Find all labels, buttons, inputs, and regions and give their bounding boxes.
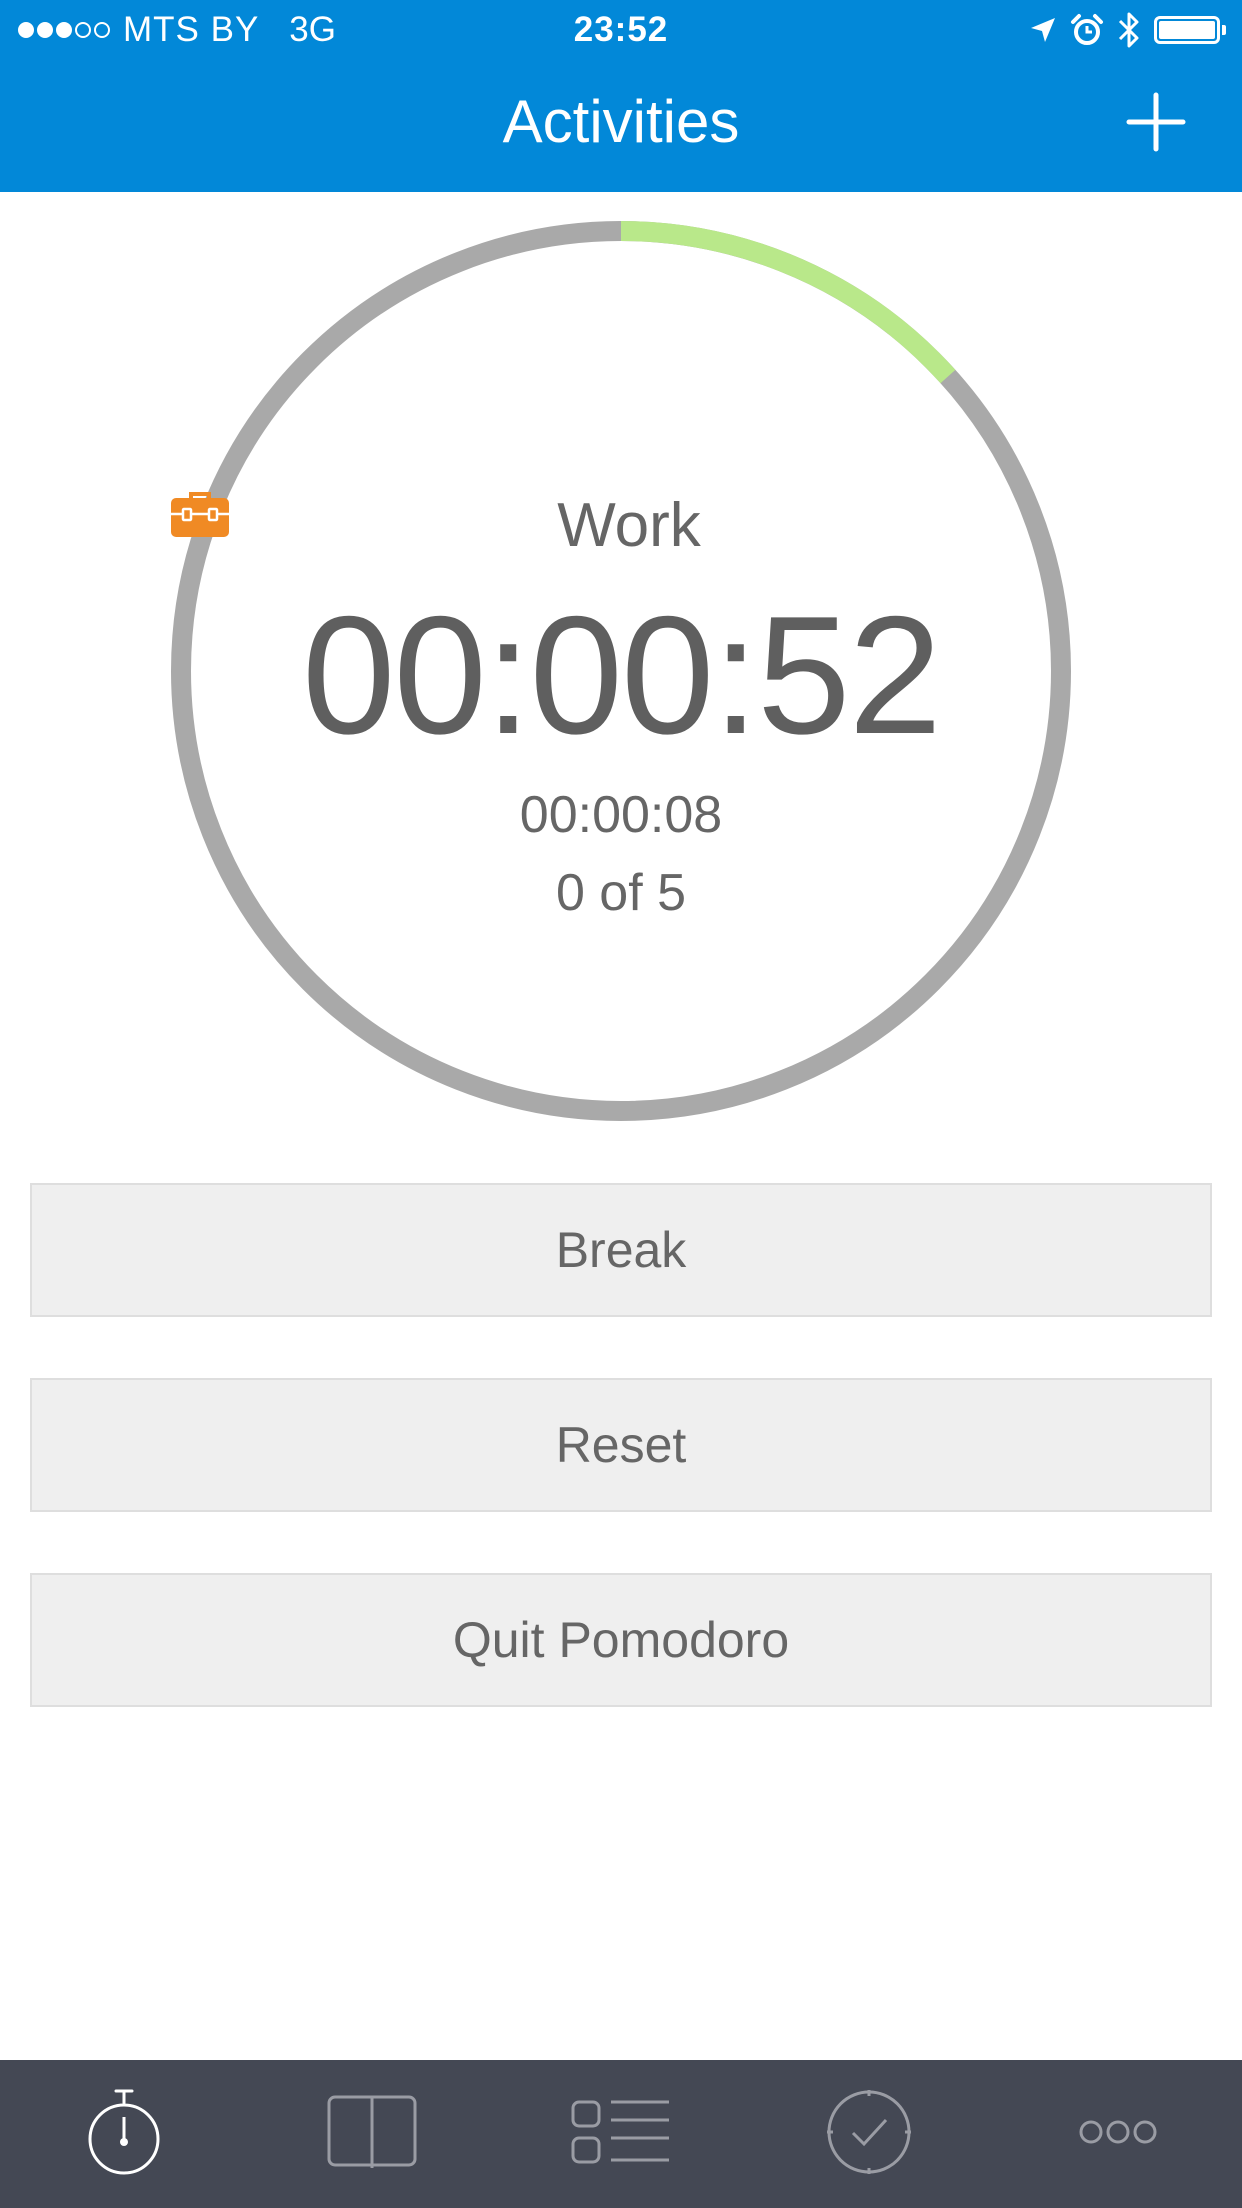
pomodoro-timer: Work 00:00:52 00:00:08 0 of 5 xyxy=(170,220,1072,1122)
break-button[interactable]: Break xyxy=(30,1183,1212,1317)
tab-timer[interactable] xyxy=(0,2060,248,2208)
reset-button[interactable]: Reset xyxy=(30,1378,1212,1512)
app-header: MTS BY 3G 23:52 Activities xyxy=(0,0,1242,192)
tab-book[interactable] xyxy=(248,2060,496,2208)
stopwatch-icon xyxy=(82,2087,166,2182)
pomodoro-counter: 0 of 5 xyxy=(555,864,687,922)
checkmark-clock-icon xyxy=(824,2087,914,2182)
plus-icon[interactable] xyxy=(1124,90,1188,154)
activity-label: Work xyxy=(557,491,701,560)
tab-list[interactable] xyxy=(497,2060,745,2208)
quit-pomodoro-button[interactable]: Quit Pomodoro xyxy=(30,1573,1212,1707)
elapsed-time: 00:00:52 xyxy=(302,581,942,769)
list-icon xyxy=(571,2098,671,2171)
status-right xyxy=(1016,0,1226,60)
remaining-time: 00:00:08 xyxy=(519,786,723,844)
battery-icon xyxy=(1154,16,1226,44)
tab-bar xyxy=(0,2060,1242,2208)
progress-ring-fill xyxy=(620,221,956,384)
alarm-icon xyxy=(1070,13,1104,47)
activity-row: Work xyxy=(170,490,1072,561)
book-icon xyxy=(326,2092,418,2177)
page-title: Activities xyxy=(502,88,740,155)
bluetooth-icon xyxy=(1116,10,1142,50)
location-arrow-icon xyxy=(1028,15,1058,45)
more-icon xyxy=(1078,2118,1158,2151)
tab-completed[interactable] xyxy=(745,2060,993,2208)
tab-more[interactable] xyxy=(994,2060,1242,2208)
status-bar: MTS BY 3G 23:52 xyxy=(0,0,1242,60)
